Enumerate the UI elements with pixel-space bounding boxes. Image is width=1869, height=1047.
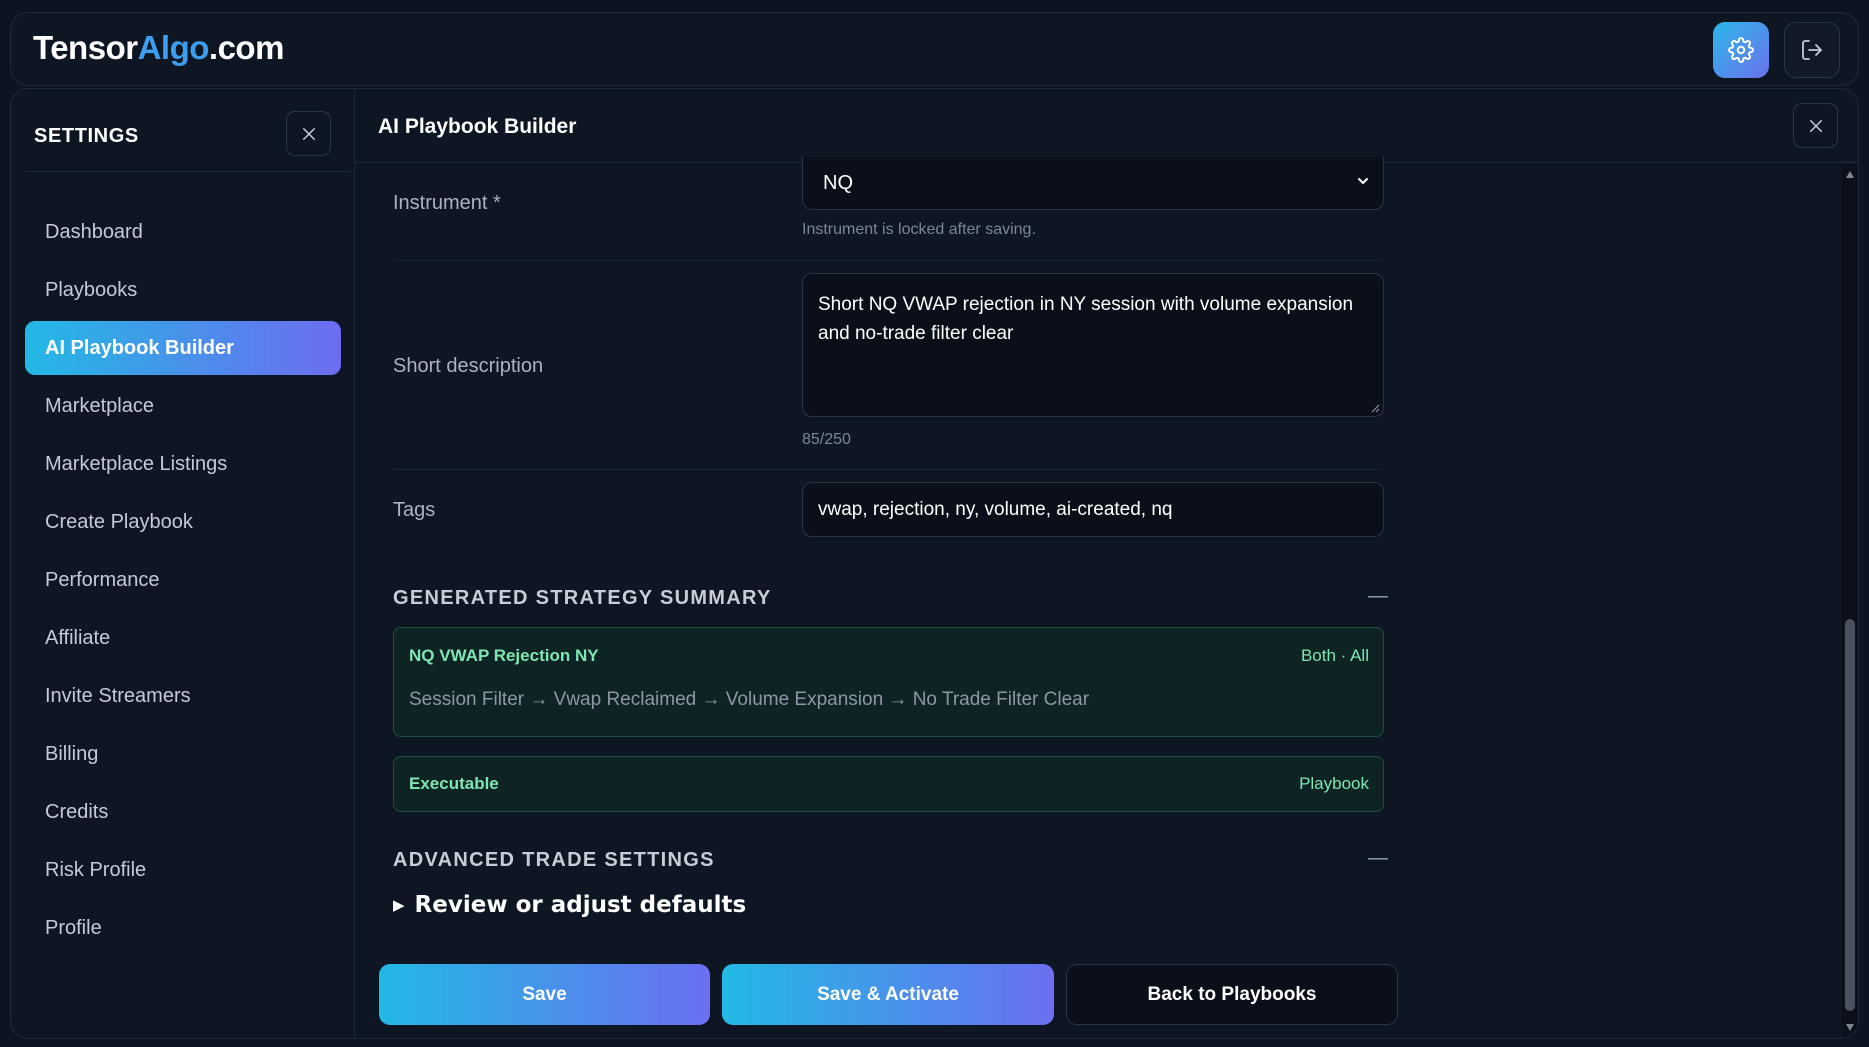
tags-input[interactable]: vwap, rejection, ny, volume, ai-created,… [802,482,1384,537]
review-defaults-label: Review or adjust defaults [414,892,747,918]
advanced-heading: ADVANCED TRADE SETTINGS [393,849,715,871]
top-bar: TensorAlgo.com [10,12,1859,86]
panel-header: AI Playbook Builder [355,89,1858,163]
description-label: Short description [393,355,544,377]
scroll-up-icon[interactable] [1845,170,1855,180]
instrument-label: Instrument * [393,192,501,214]
review-defaults-toggle[interactable]: ▶ Review or adjust defaults [393,892,746,918]
tags-value: vwap, rejection, ny, volume, ai-created,… [818,498,1173,520]
row-divider [393,260,1381,261]
strategy-name: NQ VWAP Rejection NY [409,646,599,665]
chevron-down-icon [1358,178,1368,184]
page-title: AI Playbook Builder [378,115,577,138]
status-type: Playbook [1299,774,1369,793]
sidebar-nav: Dashboard Playbooks AI Playbook Builder … [25,205,341,959]
caret-right-icon: ▶ [393,896,405,914]
advanced-collapse-toggle[interactable]: — [1368,847,1388,870]
settings-sidebar: SETTINGS Dashboard Playbooks AI Playbook… [10,88,355,1039]
summary-collapse-toggle[interactable]: — [1368,585,1388,608]
sidebar-item-dashboard[interactable]: Dashboard [25,205,341,259]
tags-label: Tags [393,499,436,521]
scroll-thumb[interactable] [1845,619,1855,1011]
sidebar-item-performance[interactable]: Performance [25,553,341,607]
summary-heading: GENERATED STRATEGY SUMMARY [393,587,772,609]
strategy-flow: Session Filter → Vwap Reclaimed → Volume… [409,689,1090,710]
instrument-value: NQ [823,171,853,194]
save-button[interactable]: Save [379,964,710,1025]
sidebar-item-credits[interactable]: Credits [25,785,341,839]
instrument-select[interactable]: NQ [802,157,1384,210]
sidebar-item-marketplace[interactable]: Marketplace [25,379,341,433]
sidebar-item-affiliate[interactable]: Affiliate [25,611,341,665]
gear-icon [1728,37,1754,63]
sidebar-item-marketplace-listings[interactable]: Marketplace Listings [25,437,341,491]
logout-button[interactable] [1784,22,1840,78]
logout-icon [1802,40,1822,60]
back-to-playbooks-button[interactable]: Back to Playbooks [1066,964,1398,1025]
logo[interactable]: TensorAlgo.com [33,29,284,67]
sidebar-item-invite-streamers[interactable]: Invite Streamers [25,669,341,723]
description-counter: 85/250 [802,431,851,448]
sidebar-item-billing[interactable]: Billing [25,727,341,781]
description-value: Short NQ VWAP rejection in NY session wi… [818,294,1354,344]
strategy-summary-card: NQ VWAP Rejection NY Both · All Session … [393,627,1384,737]
strategy-meta: Both · All [1300,646,1369,665]
close-icon [302,127,315,140]
sidebar-item-risk-profile[interactable]: Risk Profile [25,843,341,897]
scroll-down-icon[interactable] [1845,1022,1855,1032]
sidebar-item-profile[interactable]: Profile [25,901,341,955]
sidebar-close-button[interactable] [286,111,331,156]
sidebar-title: SETTINGS [34,125,139,147]
status-card: Executable Playbook [393,756,1384,812]
sidebar-item-playbooks[interactable]: Playbooks [25,263,341,317]
playbook-builder-panel: AI Playbook Builder Instrument * NQ Inst… [355,88,1859,1039]
logo-accent: Algo [137,29,210,66]
resize-grip-icon[interactable] [1370,403,1380,413]
sidebar-item-ai-playbook-builder[interactable]: AI Playbook Builder [25,321,341,375]
close-icon [1809,119,1822,132]
instrument-hint: Instrument is locked after saving. [802,221,1036,238]
sidebar-item-create-playbook[interactable]: Create Playbook [25,495,341,549]
settings-button[interactable] [1713,22,1769,78]
save-activate-button[interactable]: Save & Activate [722,964,1054,1025]
description-textarea[interactable]: Short NQ VWAP rejection in NY session wi… [802,273,1384,417]
sidebar-divider [25,171,350,172]
logo-suffix: .com [208,29,285,66]
status-label: Executable [409,774,499,793]
row-divider [393,469,1381,470]
logo-prefix: Tensor [33,29,138,66]
scrollbar[interactable] [1842,164,1858,1038]
panel-close-button[interactable] [1793,103,1838,148]
